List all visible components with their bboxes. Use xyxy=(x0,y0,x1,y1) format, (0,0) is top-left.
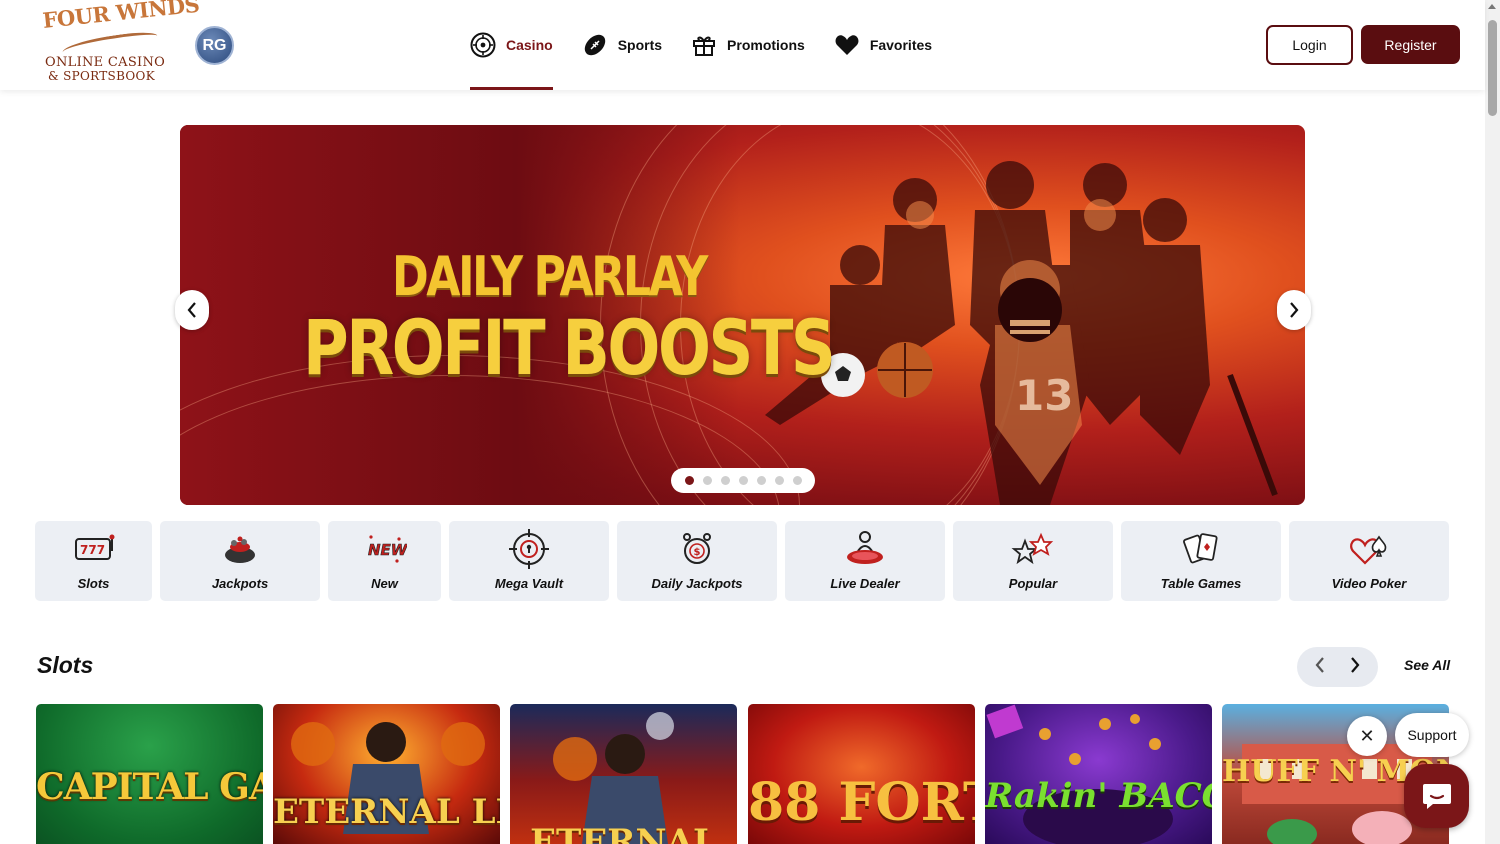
game-tile-eternal-link[interactable]: ETERNAL LINK xyxy=(273,704,500,844)
chevron-left-icon xyxy=(187,302,196,318)
slots-section-title: Slots xyxy=(37,652,94,678)
category-live-dealer[interactable]: Live Dealer xyxy=(785,521,945,601)
category-daily-jackpots[interactable]: $ Daily Jackpots xyxy=(617,521,777,601)
logo-line-2: & SPORTSBOOK xyxy=(48,69,155,83)
category-popular[interactable]: Popular xyxy=(953,521,1113,601)
category-video-poker[interactable]: Video Poker xyxy=(1289,521,1449,601)
svg-text:13: 13 xyxy=(1015,371,1073,420)
category-label: Daily Jackpots xyxy=(651,576,743,591)
category-label: Table Games xyxy=(1160,576,1242,591)
game-tile-capital-gains[interactable]: CAPITAL GAINS xyxy=(36,704,263,844)
site-header: FOUR WINDS ONLINE CASINO & SPORTSBOOK RG… xyxy=(0,0,1485,90)
category-slots[interactable]: 777 Slots xyxy=(35,521,152,601)
category-jackpots[interactable]: Jackpots xyxy=(160,521,320,601)
banner-dot[interactable] xyxy=(738,476,748,485)
new-badge-icon: NEW xyxy=(363,529,407,569)
login-button[interactable]: Login xyxy=(1266,25,1353,65)
roulette-icon xyxy=(470,32,496,58)
nav-sports[interactable]: Sports xyxy=(582,0,662,90)
category-label: Jackpots xyxy=(211,576,269,591)
game-tile-eternal[interactable]: ETERNAL xyxy=(510,704,737,844)
banner-dot[interactable] xyxy=(774,476,784,485)
nav-casino-label: Casino xyxy=(506,37,553,53)
svg-text:NEW: NEW xyxy=(368,541,407,559)
banner-dot[interactable] xyxy=(702,476,712,485)
banner-title-line-2: PROFIT BOOSTS xyxy=(303,303,836,392)
banner-dot[interactable] xyxy=(792,476,802,485)
banner-dot[interactable] xyxy=(756,476,766,485)
logo-wordmark: FOUR WINDS xyxy=(41,0,201,33)
banner-prev-button[interactable] xyxy=(175,290,209,330)
alarm-clock-dollar-icon: $ xyxy=(675,529,719,569)
game-title: ETERNAL xyxy=(530,822,717,844)
see-all-link[interactable]: See All xyxy=(1404,657,1450,673)
nav-favorites[interactable]: Favorites xyxy=(834,0,932,90)
close-icon: ✕ xyxy=(1359,725,1375,746)
slots-prev-button[interactable] xyxy=(1314,656,1326,679)
chevron-left-icon xyxy=(1315,656,1325,673)
game-title: Rakin' BACON! xyxy=(985,776,1212,816)
game-tile-88-fortunes[interactable]: 88 FORTUNES xyxy=(748,704,975,844)
football-icon xyxy=(582,32,608,58)
support-close-button[interactable]: ✕ xyxy=(1347,716,1387,756)
main-nav: Casino Sports Promotions Favorites xyxy=(470,0,961,90)
banner-dot[interactable] xyxy=(720,476,730,485)
svg-text:777: 777 xyxy=(80,543,105,557)
jackpot-pot-icon xyxy=(218,529,262,569)
register-button[interactable]: Register xyxy=(1361,25,1460,64)
banner-pagination xyxy=(671,468,815,493)
category-label: Popular xyxy=(1008,576,1058,591)
support-chat-button[interactable] xyxy=(1404,764,1469,828)
scroll-up-arrow-icon[interactable] xyxy=(1488,4,1496,9)
vault-target-icon xyxy=(507,529,551,569)
slot-777-icon: 777 xyxy=(72,529,116,569)
nav-favorites-label: Favorites xyxy=(869,37,933,53)
game-tile-rakin-bacon[interactable]: Rakin' BACON! xyxy=(985,704,1212,844)
category-label: Slots xyxy=(77,576,110,591)
support-label[interactable]: Support xyxy=(1395,713,1469,757)
category-label: Live Dealer xyxy=(830,576,900,591)
nav-casino[interactable]: Casino xyxy=(470,0,553,90)
gift-icon xyxy=(691,32,717,58)
heart-icon xyxy=(834,32,860,58)
banner-title-line-1: DAILY PARLAY xyxy=(392,245,708,308)
category-mega-vault[interactable]: Mega Vault xyxy=(449,521,609,601)
game-artwork xyxy=(986,704,1173,844)
category-table-games[interactable]: Table Games xyxy=(1121,521,1281,601)
nav-sports-label: Sports xyxy=(617,37,663,53)
game-title: ETERNAL LINK xyxy=(273,792,500,832)
dealer-table-icon xyxy=(843,529,887,569)
chevron-right-icon xyxy=(1290,302,1299,318)
logo-line-1: ONLINE CASINO xyxy=(45,55,166,70)
category-label: Mega Vault xyxy=(494,576,564,591)
slots-pager xyxy=(1297,647,1378,687)
nav-promotions[interactable]: Promotions xyxy=(691,0,805,90)
nav-promotions-label: Promotions xyxy=(727,37,805,53)
category-label: Video Poker xyxy=(1331,576,1407,591)
category-new[interactable]: NEW New xyxy=(328,521,441,601)
scrollbar-thumb[interactable] xyxy=(1488,20,1497,116)
game-title: CAPITAL GAINS xyxy=(36,766,263,808)
banner-dot[interactable] xyxy=(684,476,694,485)
responsible-gaming-badge[interactable]: RG xyxy=(195,26,234,65)
svg-text:$: $ xyxy=(694,547,701,558)
stars-icon xyxy=(1011,529,1055,569)
category-label: New xyxy=(371,576,398,591)
four-winds-logo[interactable]: FOUR WINDS ONLINE CASINO & SPORTSBOOK xyxy=(41,0,200,84)
page-scrollbar[interactable] xyxy=(1485,0,1500,844)
chat-bubble-icon xyxy=(1422,784,1451,809)
banner-next-button[interactable] xyxy=(1277,290,1311,330)
playing-cards-icon xyxy=(1179,529,1223,569)
game-title: 88 FORTUNES xyxy=(748,772,975,833)
chevron-right-icon xyxy=(1350,656,1360,673)
promo-banner[interactable]: 13 DAILY PARLAY PROFIT BOOSTS xyxy=(180,125,1305,505)
slots-next-button[interactable] xyxy=(1349,656,1361,679)
heart-spade-icon xyxy=(1347,529,1391,569)
